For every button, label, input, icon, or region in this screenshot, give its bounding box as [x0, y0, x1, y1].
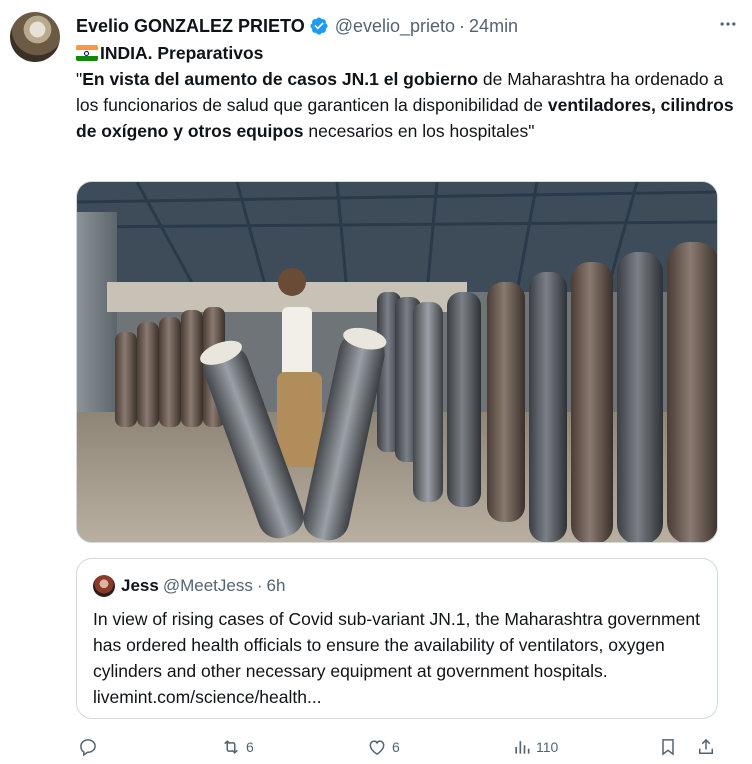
quoted-author-name: Jess — [121, 576, 159, 595]
quoted-tweet[interactable]: Jess @MeetJess · 6h In view of rising ca… — [76, 558, 718, 719]
reply-icon — [78, 737, 98, 757]
tweet-text-bold-1: En vista del aumento de casos JN.1 el go… — [82, 69, 479, 89]
heart-icon — [366, 737, 388, 757]
retweet-count: 6 — [246, 739, 254, 755]
tweet-text-part-3: necesarios en los hospitales" — [303, 121, 535, 141]
views-button[interactable]: 110 — [512, 732, 558, 762]
tweet-title: INDIA. Preparativos — [100, 43, 264, 63]
like-button[interactable]: 6 — [366, 732, 400, 762]
quoted-author-avatar — [93, 575, 115, 597]
retweet-icon — [220, 737, 242, 757]
author-avatar[interactable] — [10, 12, 60, 62]
verified-badge-icon — [309, 16, 329, 36]
bookmark-button[interactable] — [658, 732, 678, 762]
tweet-text: INDIA. Preparativos "En vista del aument… — [76, 40, 736, 144]
india-flag-icon — [76, 45, 98, 61]
retweet-button[interactable]: 6 — [220, 732, 254, 762]
tweet-photo[interactable] — [76, 181, 718, 543]
share-button[interactable] — [696, 732, 716, 762]
quoted-tweet-time: 6h — [266, 576, 286, 595]
like-count: 6 — [392, 739, 400, 755]
separator-dot: · — [459, 15, 466, 36]
quoted-tweet-header: Jess @MeetJess · 6h — [93, 575, 285, 597]
quoted-separator-dot: · — [256, 576, 263, 595]
photo-oxygen-cylinders-icon — [77, 182, 717, 542]
tweet: Evelio GONZALEZ PRIETO @evelio_prieto · … — [0, 0, 752, 764]
share-icon — [696, 736, 716, 758]
analytics-icon — [512, 737, 532, 757]
bookmark-icon — [658, 736, 678, 758]
tweet-actions: 6 6 110 — [76, 732, 726, 762]
tweet-time[interactable]: 24min — [469, 16, 518, 37]
views-count: 110 — [536, 739, 559, 755]
tweet-paragraph: "En vista del aumento de casos JN.1 el g… — [76, 66, 736, 144]
tweet-title-line: INDIA. Preparativos — [76, 40, 736, 66]
more-options-icon[interactable] — [716, 12, 740, 36]
tweet-header: Evelio GONZALEZ PRIETO @evelio_prieto · … — [76, 14, 732, 38]
author-handle[interactable]: @evelio_prieto — [335, 16, 455, 37]
quoted-tweet-text: In view of rising cases of Covid sub-var… — [93, 609, 700, 707]
author-name[interactable]: Evelio GONZALEZ PRIETO — [76, 16, 305, 37]
reply-button[interactable] — [78, 732, 102, 762]
quoted-author-handle: @MeetJess — [162, 576, 253, 595]
